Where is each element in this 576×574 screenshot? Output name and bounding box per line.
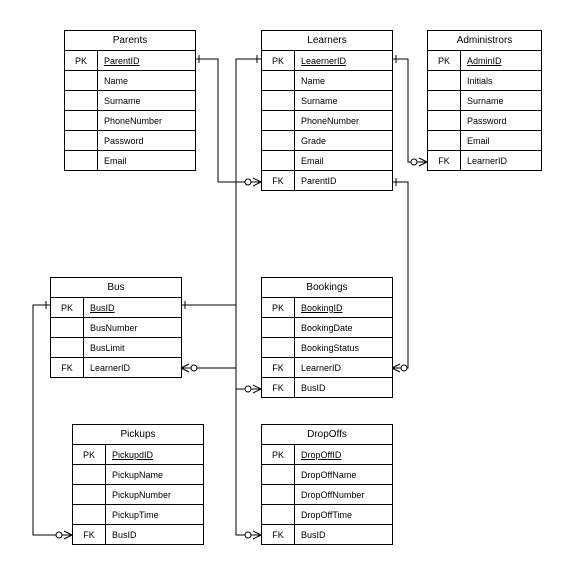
entity-pickups: Pickups PKPickupdID PickupName PickupNum… [72,424,204,545]
entity-bookings-fields: PKBookingID BookingDate BookingStatus FK… [262,298,392,397]
entity-bookings: Bookings PKBookingID BookingDate Booking… [261,277,393,398]
entity-learners-fields: PKLeaernerID Name Surname PhoneNumber Gr… [262,51,392,190]
entity-admins-title: Administrors [428,31,541,51]
entity-parents-fields: PKParentID Name Surname PhoneNumber Pass… [65,51,195,170]
entity-pickups-title: Pickups [73,425,203,445]
entity-parents: Parents PKParentID Name Surname PhoneNum… [64,30,196,171]
entity-admins-fields: PKAdminID Initials Surname Password Emai… [428,51,541,170]
entity-dropoffs-fields: PKDropOffID DropOffName DropOffNumber Dr… [262,445,392,544]
entity-admins: Administrors PKAdminID Initials Surname … [427,30,542,171]
entity-learners: Learners PKLeaernerID Name Surname Phone… [261,30,393,191]
entity-learners-title: Learners [262,31,392,51]
entity-bus-fields: PKBusID BusNumber BusLimit FKLearnerID [51,298,181,377]
entity-parents-title: Parents [65,31,195,51]
entity-dropoffs: DropOffs PKDropOffID DropOffName DropOff… [261,424,393,545]
entity-bus: Bus PKBusID BusNumber BusLimit FKLearner… [50,277,182,378]
entity-dropoffs-title: DropOffs [262,425,392,445]
entity-pickups-fields: PKPickupdID PickupName PickupNumber Pick… [73,445,203,544]
entity-bus-title: Bus [51,278,181,298]
entity-bookings-title: Bookings [262,278,392,298]
erd-canvas: Parents PKParentID Name Surname PhoneNum… [0,0,576,574]
